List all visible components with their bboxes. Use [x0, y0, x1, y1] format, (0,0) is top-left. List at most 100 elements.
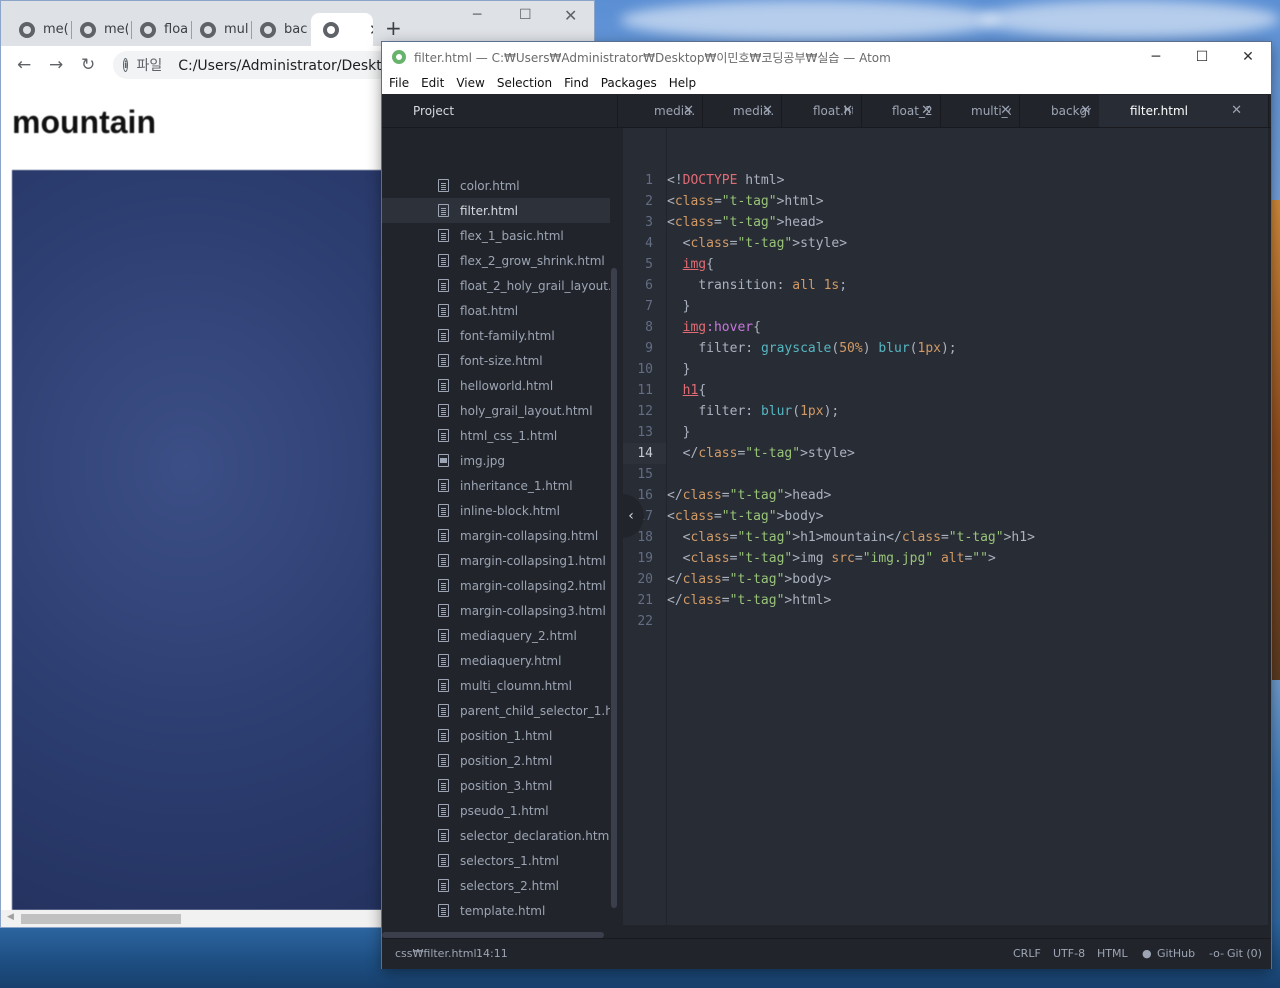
- editor-tab[interactable]: media... ✕: [623, 95, 703, 127]
- tab-project[interactable]: Project: [382, 95, 618, 127]
- tree-file-item[interactable]: float.html: [382, 298, 610, 323]
- close-tab-icon[interactable]: ✕: [683, 103, 694, 118]
- back-icon[interactable]: ←: [17, 55, 31, 75]
- code-line[interactable]: <class="t-tag">head>: [667, 212, 824, 233]
- tree-file-item[interactable]: position_2.html: [382, 748, 610, 773]
- close-tab-icon[interactable]: ✕: [1231, 103, 1242, 118]
- forward-icon[interactable]: →: [49, 55, 63, 75]
- code-line[interactable]: </class="t-tag">head>: [667, 485, 831, 506]
- tree-file-item[interactable]: multi_cloumn.html: [382, 673, 610, 698]
- tree-file-item[interactable]: float_2_holy_grail_layout.html: [382, 273, 618, 298]
- code-line[interactable]: <!DOCTYPE html>: [667, 170, 784, 191]
- editor-tab-active[interactable]: filter.html ✕: [1099, 95, 1269, 127]
- code-line[interactable]: <class="t-tag">img src="img.jpg" alt="">: [667, 548, 996, 569]
- code-line[interactable]: <class="t-tag">body>: [667, 506, 824, 527]
- menu-packages[interactable]: Packages: [595, 72, 663, 94]
- code-line[interactable]: <class="t-tag">html>: [667, 191, 824, 212]
- status-grammar[interactable]: HTML: [1097, 947, 1128, 960]
- chrome-tab[interactable]: bac: [248, 13, 308, 46]
- tree-file-item[interactable]: mediaquery_2.html: [382, 623, 610, 648]
- code-line[interactable]: img{: [667, 254, 714, 275]
- code-line[interactable]: }: [667, 296, 691, 317]
- code-line[interactable]: h1{: [667, 380, 706, 401]
- tree-file-item[interactable]: margin-collapsing3.html: [382, 598, 610, 623]
- tree-file-item[interactable]: flex_1_basic.html: [382, 223, 610, 248]
- tree-file-item[interactable]: template.html: [382, 898, 610, 923]
- menu-file[interactable]: File: [382, 72, 415, 94]
- editor-tab[interactable]: float.ht... ✕: [782, 95, 862, 127]
- code-line[interactable]: <class="t-tag">style>: [667, 233, 847, 254]
- tree-file-item[interactable]: flex_2_grow_shrink.html: [382, 248, 610, 273]
- chrome-tab[interactable]: me(: [68, 13, 128, 46]
- status-encoding[interactable]: UTF-8: [1053, 947, 1085, 960]
- close-tab-icon[interactable]: ✕: [1000, 103, 1011, 118]
- code-line[interactable]: <class="t-tag">h1>mountain</class="t-tag…: [667, 527, 1035, 548]
- tree-file-item[interactable]: text-align.html: [382, 923, 610, 926]
- tree-file-item[interactable]: inheritance_1.html: [382, 473, 610, 498]
- close-tab-icon[interactable]: ✕: [369, 21, 373, 39]
- tree-file-item[interactable]: margin-collapsing.html: [382, 523, 610, 548]
- code-line[interactable]: filter: grayscale(50%) blur(1px);: [667, 338, 956, 359]
- tree-file-item[interactable]: selectors_2.html: [382, 873, 610, 898]
- menu-edit[interactable]: Edit: [415, 72, 450, 94]
- tree-file-item[interactable]: font-family.html: [382, 323, 610, 348]
- code-line[interactable]: </class="t-tag">body>: [667, 569, 831, 590]
- maximize-icon[interactable]: ☐: [1179, 42, 1225, 72]
- tree-file-item[interactable]: selectors_1.html: [382, 848, 610, 873]
- menu-selection[interactable]: Selection: [491, 72, 558, 94]
- tree-file-item[interactable]: margin-collapsing1.html: [382, 548, 610, 573]
- editor-tab[interactable]: backgr... ✕: [1020, 95, 1100, 127]
- close-window-icon[interactable]: ✕: [564, 6, 577, 25]
- tree-file-item[interactable]: img.jpg: [382, 448, 610, 473]
- tree-file-item[interactable]: mediaquery.html: [382, 648, 610, 673]
- scroll-left-icon[interactable]: ◀: [7, 912, 14, 922]
- reload-icon[interactable]: ↻: [81, 55, 95, 75]
- minimize-icon[interactable]: ─: [1133, 42, 1179, 72]
- tree-file-item[interactable]: font-size.html: [382, 348, 610, 373]
- code-line[interactable]: </class="t-tag">html>: [667, 590, 831, 611]
- new-tab-button[interactable]: +: [385, 16, 402, 40]
- tree-file-item[interactable]: helloworld.html: [382, 373, 610, 398]
- chrome-tab[interactable]: floa: [128, 13, 188, 46]
- status-github[interactable]: GitHub: [1157, 947, 1195, 960]
- status-git[interactable]: Git (0): [1227, 947, 1262, 960]
- tree-vertical-scrollbar[interactable]: [610, 128, 618, 926]
- chrome-tab[interactable]: me(: [7, 13, 69, 46]
- code-line[interactable]: img:hover{: [667, 317, 761, 338]
- tree-file-item[interactable]: position_3.html: [382, 773, 610, 798]
- scrollbar-thumb[interactable]: [611, 268, 617, 908]
- status-line-ending[interactable]: CRLF: [1013, 947, 1041, 960]
- editor-tab[interactable]: float_2... ✕: [861, 95, 941, 127]
- status-cursor-position[interactable]: 14:11: [476, 947, 508, 960]
- chrome-tab[interactable]: mul: [188, 13, 248, 46]
- menu-view[interactable]: View: [450, 72, 490, 94]
- menu-find[interactable]: Find: [558, 72, 595, 94]
- close-tab-icon[interactable]: ✕: [921, 103, 932, 118]
- github-icon[interactable]: ●: [1142, 947, 1152, 960]
- tree-file-item[interactable]: selector_declaration.html: [382, 823, 613, 848]
- tree-file-item[interactable]: margin-collapsing2.html: [382, 573, 610, 598]
- tree-file-item[interactable]: holy_grail_layout.html: [382, 398, 610, 423]
- tree-file-item[interactable]: color.html: [382, 173, 610, 198]
- code-line[interactable]: filter: blur(1px);: [667, 401, 839, 422]
- maximize-icon[interactable]: ☐: [519, 7, 532, 23]
- code-line[interactable]: </class="t-tag">style>: [667, 443, 855, 464]
- tree-file-item[interactable]: parent_child_selector_1.html: [382, 698, 618, 723]
- code-editor[interactable]: 1 2 3 4 5 6 7 8 9 10 11 12 13 14 15 16 17 18 19 20 21 22 <!DO…: [623, 128, 1268, 931]
- editor-tab[interactable]: multi_c... ✕: [940, 95, 1020, 127]
- menu-help[interactable]: Help: [663, 72, 702, 94]
- close-tab-icon[interactable]: ✕: [842, 103, 853, 118]
- minimize-icon[interactable]: ─: [473, 7, 481, 23]
- tree-file-item[interactable]: html_css_1.html: [382, 423, 610, 448]
- tree-file-item[interactable]: position_1.html: [382, 723, 610, 748]
- chrome-tab-active[interactable]: ✕: [311, 13, 373, 46]
- scrollbar-thumb[interactable]: [21, 914, 181, 924]
- tree-file-item[interactable]: inline-block.html: [382, 498, 610, 523]
- editor-horizontal-scrollbar[interactable]: [623, 925, 1268, 931]
- code-line[interactable]: }: [667, 422, 691, 443]
- code-line[interactable]: }: [667, 359, 691, 380]
- editor-tab[interactable]: media... ✕: [702, 95, 782, 127]
- close-tab-icon[interactable]: ✕: [762, 103, 773, 118]
- close-tab-icon[interactable]: ✕: [1080, 103, 1091, 118]
- close-window-icon[interactable]: ✕: [1225, 42, 1271, 72]
